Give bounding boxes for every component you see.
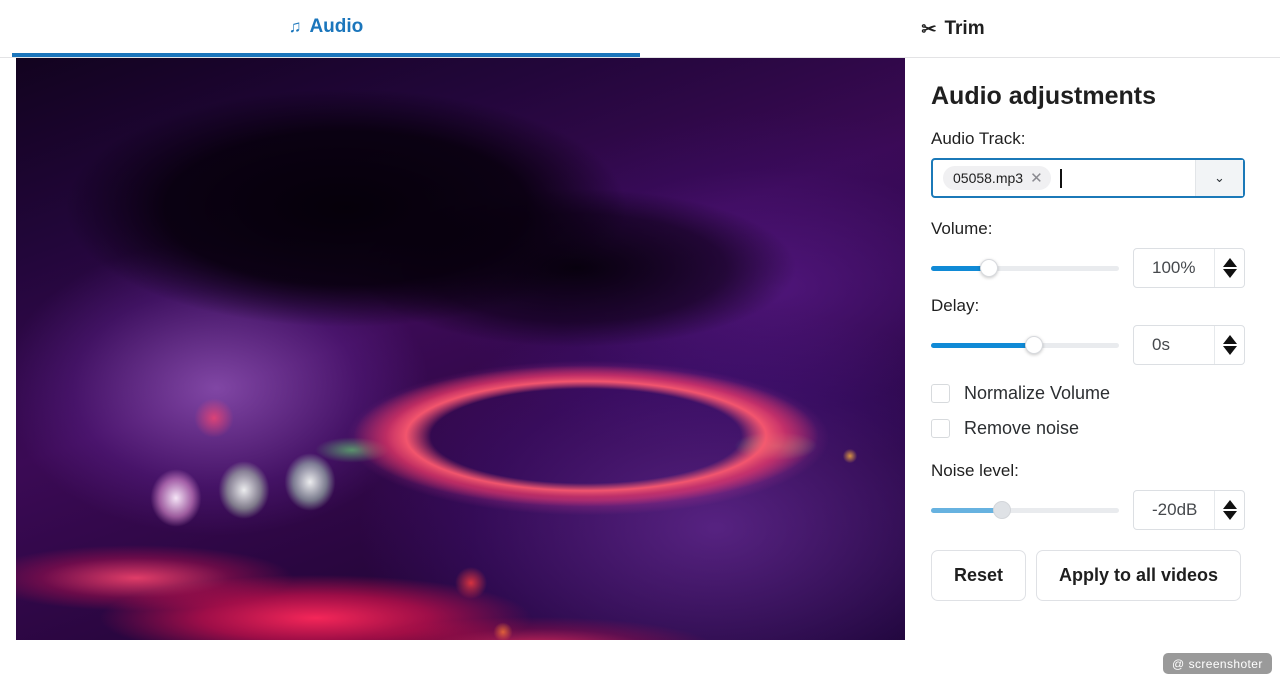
video-preview-frame [16, 58, 905, 640]
apply-to-all-videos-button[interactable]: Apply to all videos [1036, 550, 1242, 601]
text-caret [1059, 168, 1062, 188]
remove-noise-label: Remove noise [964, 418, 1080, 438]
audio-track-chip-label: 05058.mp3 [953, 170, 1024, 186]
at-symbol-icon: @ [1172, 656, 1185, 671]
audio-adjustments-panel: Audio adjustments Audio Track: 05058.mp3… [921, 58, 1280, 678]
audio-track-chip[interactable]: 05058.mp3 ✕ [943, 166, 1051, 190]
reset-button[interactable]: Reset [931, 550, 1027, 601]
music-note-icon: ♫ [288, 17, 302, 36]
normalize-volume-checkbox[interactable] [931, 384, 950, 403]
volume-slider-thumb[interactable] [980, 259, 999, 277]
tab-audio-label: Audio [309, 15, 364, 37]
noise-level-spinner-buttons [1214, 491, 1244, 529]
delay-slider[interactable] [931, 335, 1119, 355]
delay-value: 0s [1152, 335, 1170, 354]
volume-spinner-buttons [1214, 249, 1244, 287]
noise-level-value: -20dB [1152, 500, 1198, 519]
noise-level-slider[interactable] [931, 500, 1119, 520]
video-preview[interactable] [16, 58, 905, 640]
delay-row: 0s [931, 325, 1270, 365]
noise-level-spinner[interactable]: -20dB [1133, 490, 1245, 530]
noise-level-label: Noise level: [931, 461, 1019, 480]
audio-track-label: Audio Track: [931, 129, 1026, 148]
spin-up-icon[interactable] [1222, 335, 1237, 344]
audio-editor-window: ♫ Audio ✂ Trim Audio adjustments Audio T… [0, 0, 1280, 678]
delay-slider-thumb[interactable] [1025, 336, 1044, 354]
tab-bar: ♫ Audio ✂ Trim [0, 0, 1280, 58]
chevron-down-icon[interactable]: ⌄ [1195, 160, 1243, 196]
scissors-icon: ✂ [921, 18, 937, 39]
tab-trim-label: Trim [944, 17, 985, 39]
panel-title: Audio adjustments [931, 82, 1157, 110]
remove-noise-row[interactable]: Remove noise [931, 418, 1270, 439]
volume-label: Volume: [931, 219, 993, 238]
spin-up-icon[interactable] [1222, 500, 1237, 509]
delay-spinner-buttons [1214, 326, 1244, 364]
watermark-label: screenshoter [1188, 656, 1263, 671]
spin-down-icon[interactable] [1222, 269, 1237, 278]
remove-noise-checkbox[interactable] [931, 419, 950, 438]
screenshoter-watermark: @ screenshoter [1163, 653, 1272, 674]
noise-level-slider-thumb[interactable] [993, 501, 1012, 519]
normalize-volume-row[interactable]: Normalize Volume [931, 383, 1270, 404]
spin-down-icon[interactable] [1222, 511, 1237, 520]
audio-track-select[interactable]: 05058.mp3 ✕ ⌄ [931, 158, 1245, 198]
normalize-volume-label: Normalize Volume [964, 383, 1111, 403]
panel-action-buttons: Reset Apply to all videos [931, 550, 1270, 601]
noise-level-slider-fill [931, 507, 1003, 513]
noise-level-row: -20dB [931, 490, 1270, 530]
delay-spinner[interactable]: 0s [1133, 325, 1245, 365]
tab-trim[interactable]: ✂ Trim [786, 0, 1120, 57]
spin-down-icon[interactable] [1222, 346, 1237, 355]
close-icon[interactable]: ✕ [1030, 171, 1043, 186]
delay-slider-fill [931, 342, 1035, 348]
volume-row: 100% [931, 248, 1270, 288]
volume-slider[interactable] [931, 258, 1119, 278]
volume-spinner[interactable]: 100% [1133, 248, 1245, 288]
volume-value: 100% [1152, 258, 1196, 277]
tab-audio[interactable]: ♫ Audio [12, 0, 640, 57]
spin-up-icon[interactable] [1222, 258, 1237, 267]
delay-label: Delay: [931, 296, 980, 315]
